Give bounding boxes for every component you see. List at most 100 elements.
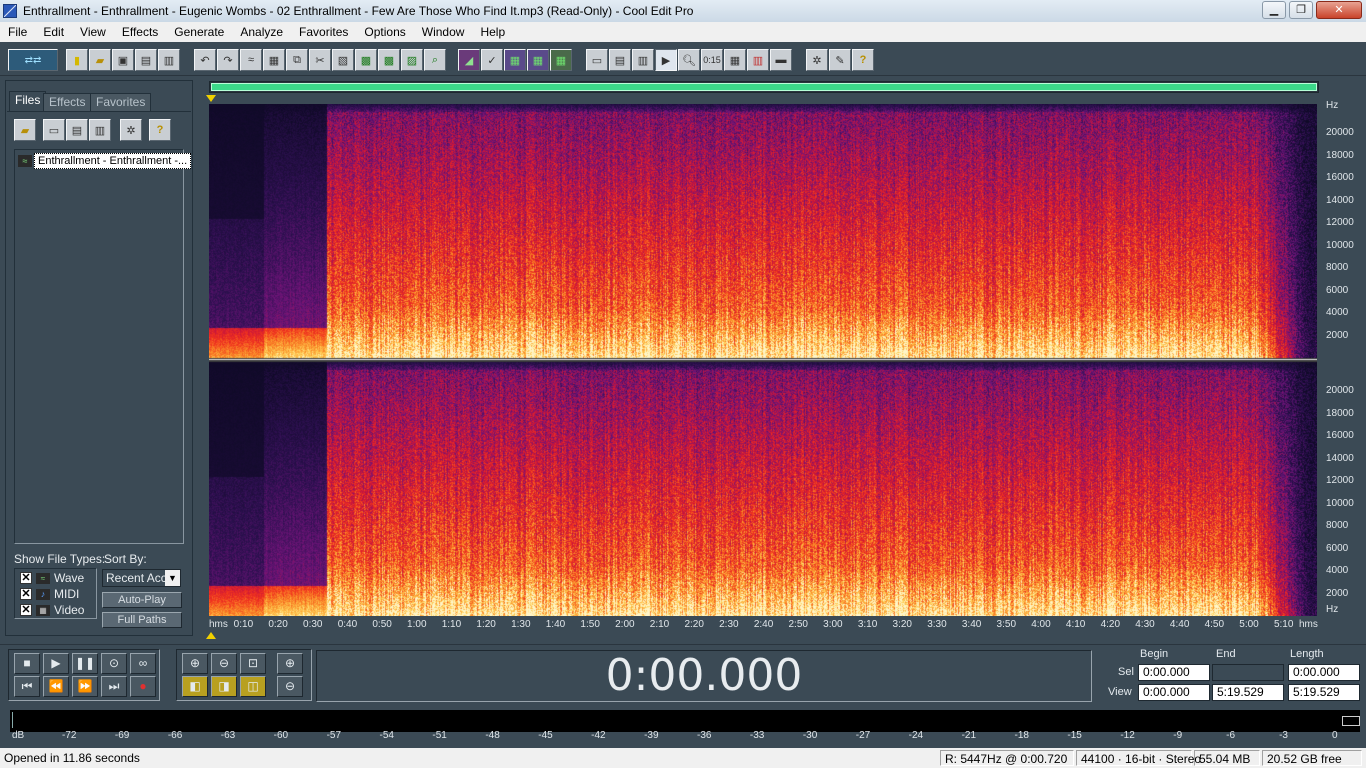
zoom-to-right-icon[interactable]: ◨: [211, 676, 237, 697]
video-checkbox[interactable]: ✕: [20, 604, 32, 616]
pause-icon[interactable]: ❚❚: [72, 653, 98, 674]
zoom-in-icon[interactable]: ⊕: [182, 653, 208, 674]
zoom-to-left-icon[interactable]: ◧: [182, 676, 208, 697]
close-file-icon[interactable]: ▭: [43, 119, 65, 141]
save-selection-icon[interactable]: ▥: [158, 49, 180, 71]
snap-icon[interactable]: ✓: [481, 49, 503, 71]
redo-icon[interactable]: ↷: [217, 49, 239, 71]
cue-list-icon[interactable]: ▭: [586, 49, 608, 71]
chevron-down-icon[interactable]: ▼: [165, 570, 180, 586]
go-to-start-icon[interactable]: ⏮: [14, 676, 40, 697]
save-icon[interactable]: ▣: [112, 49, 134, 71]
menu-options[interactable]: Options: [356, 25, 413, 39]
play-cursor-icon[interactable]: ▶: [655, 49, 677, 71]
end-marker-icon[interactable]: [206, 632, 216, 639]
fast-forward-icon[interactable]: ⏩: [72, 676, 98, 697]
settings-icon[interactable]: ✲: [806, 49, 828, 71]
wave-view-icon[interactable]: ▦: [504, 49, 526, 71]
menu-view[interactable]: View: [72, 25, 114, 39]
start-marker-icon[interactable]: [206, 95, 216, 102]
copy-icon[interactable]: ⧉: [286, 49, 308, 71]
play-list-icon[interactable]: ▤: [609, 49, 631, 71]
menu-help[interactable]: Help: [472, 25, 513, 39]
save-as-icon[interactable]: ▤: [135, 49, 157, 71]
menu-effects[interactable]: Effects: [114, 25, 166, 39]
time-ruler[interactable]: hms 0:10 0:20 0:30 0:40 0:50 1:00 1:10 1:20 1:30 1…: [209, 616, 1318, 632]
close-button[interactable]: ✕: [1316, 1, 1362, 19]
tab-effects[interactable]: Effects: [43, 93, 92, 111]
view-end-field[interactable]: 5:19.529: [1212, 684, 1284, 701]
properties-icon[interactable]: ✎: [829, 49, 851, 71]
zoom-to-selection-icon[interactable]: ◫: [240, 676, 266, 697]
multitrack-toggle-icon[interactable]: ⇄⇄: [8, 49, 58, 71]
zero-cross-icon[interactable]: ⌕: [424, 49, 446, 71]
file-list[interactable]: ≈ Enthrallment - Enthrallment -...: [14, 149, 192, 544]
play-icon[interactable]: ▶: [43, 653, 69, 674]
menu-file[interactable]: File: [0, 25, 35, 39]
stop-icon[interactable]: ■: [14, 653, 40, 674]
menu-favorites[interactable]: Favorites: [291, 25, 356, 39]
insert-into-multitrack-icon[interactable]: ▤: [66, 119, 88, 141]
insert-into-playlist-icon[interactable]: ▥: [89, 119, 111, 141]
go-to-end-icon[interactable]: ⏭: [101, 676, 127, 697]
menu-analyze[interactable]: Analyze: [232, 25, 291, 39]
menu-generate[interactable]: Generate: [166, 25, 232, 39]
time-format-icon[interactable]: 0:15: [701, 49, 723, 71]
cut-icon[interactable]: ✂: [309, 49, 331, 71]
undo-icon[interactable]: ↶: [194, 49, 216, 71]
info-icon[interactable]: ▥: [632, 49, 654, 71]
zoom-icon[interactable]: 🔍︎: [678, 49, 700, 71]
filter-midi[interactable]: ✕ ♪ MIDI: [20, 587, 79, 601]
minimize-button[interactable]: ▁: [1262, 1, 1286, 19]
scroll-thumb[interactable]: [211, 83, 1317, 91]
zoom-out-vertical-icon[interactable]: ⊖: [277, 676, 303, 697]
spectral-view-icon[interactable]: ▦: [527, 49, 549, 71]
spectrogram[interactable]: [209, 104, 1317, 616]
organizer-help-icon[interactable]: ?: [149, 119, 171, 141]
tab-favorites[interactable]: Favorites: [90, 93, 152, 111]
filter-video[interactable]: ✕ ▦ Video: [20, 603, 84, 617]
menu-edit[interactable]: Edit: [35, 25, 72, 39]
sel-end-field[interactable]: [1212, 664, 1284, 681]
samples-icon[interactable]: ▦: [724, 49, 746, 71]
new-file-icon[interactable]: ▮: [66, 49, 88, 71]
maximize-button[interactable]: ❐: [1289, 1, 1313, 19]
repeat-last-icon[interactable]: ≈: [240, 49, 262, 71]
envelope-icon[interactable]: ◢: [458, 49, 480, 71]
copy-to-new-icon[interactable]: ▦: [263, 49, 285, 71]
sort-select[interactable]: Recent Acc ▼: [102, 569, 181, 587]
auto-play-button[interactable]: Auto-Play: [102, 592, 182, 608]
list-item[interactable]: ≈ Enthrallment - Enthrallment -...: [18, 153, 192, 169]
record-icon[interactable]: ●: [130, 676, 156, 697]
paste-to-new-icon[interactable]: ▩: [355, 49, 377, 71]
status-bar-icon[interactable]: ▬: [770, 49, 792, 71]
loop-icon[interactable]: ∞: [130, 653, 156, 674]
sel-begin-field[interactable]: 0:00.000: [1138, 664, 1210, 681]
wave-checkbox[interactable]: ✕: [20, 572, 32, 584]
paste-icon[interactable]: ▧: [332, 49, 354, 71]
menu-window[interactable]: Window: [414, 25, 473, 39]
open-folder-icon[interactable]: ▰: [14, 119, 36, 141]
tab-files[interactable]: Files: [9, 91, 47, 111]
pan-view-icon[interactable]: ▦: [550, 49, 572, 71]
open-file-icon[interactable]: ▰: [89, 49, 111, 71]
view-begin-field[interactable]: 0:00.000: [1138, 684, 1210, 701]
full-paths-button[interactable]: Full Paths: [102, 612, 182, 628]
app-icon[interactable]: [3, 4, 17, 18]
video-icon: ▦: [36, 604, 50, 616]
help-icon[interactable]: ?: [852, 49, 874, 71]
overview-scrollbar[interactable]: [209, 81, 1319, 93]
zoom-in-vertical-icon[interactable]: ⊕: [277, 653, 303, 674]
view-length-field[interactable]: 5:19.529: [1288, 684, 1360, 701]
midi-checkbox[interactable]: ✕: [20, 588, 32, 600]
organizer-settings-icon[interactable]: ✲: [120, 119, 142, 141]
zoom-full-icon[interactable]: ⊡: [240, 653, 266, 674]
filter-wave[interactable]: ✕ ≈ Wave: [20, 571, 84, 585]
rewind-icon[interactable]: ⏪: [43, 676, 69, 697]
trim-icon[interactable]: ▨: [401, 49, 423, 71]
play-to-end-icon[interactable]: ⊙: [101, 653, 127, 674]
sel-length-field[interactable]: 0:00.000: [1288, 664, 1360, 681]
zoom-out-icon[interactable]: ⊖: [211, 653, 237, 674]
levels-icon[interactable]: ▥: [747, 49, 769, 71]
mix-paste-icon[interactable]: ▩: [378, 49, 400, 71]
